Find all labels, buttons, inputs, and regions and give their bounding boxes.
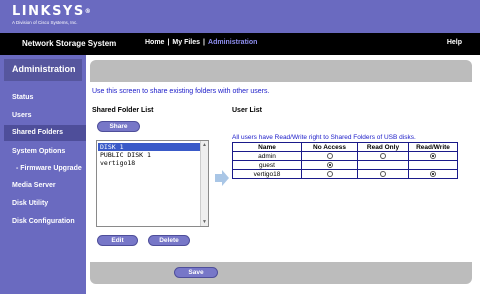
logo-text: LINKSYS <box>12 4 85 19</box>
shared-folder-list-heading: Shared Folder List <box>92 107 154 114</box>
linksys-logo: LINKSYS® A Division of Cisco Systems, In… <box>12 5 91 26</box>
sidebar-item-users[interactable]: Users <box>12 112 31 119</box>
page-description: Use this screen to share existing folder… <box>92 88 270 95</box>
top-navigation: Network Storage System Home | My Files | Adm… <box>0 33 480 55</box>
sidebar-item-shared-folders[interactable]: Shared Folders <box>4 125 86 141</box>
sidebar: Administration Status Users Shared Folde… <box>0 55 86 294</box>
sidebar-title: Administration <box>4 59 82 81</box>
column-header-name: Name <box>232 142 302 152</box>
user-access-table: Name No Access Read Only Read/Write admi… <box>232 142 458 179</box>
table-row: admin <box>232 151 458 161</box>
content-footer-band: Save <box>90 262 472 284</box>
sidebar-item-media-server[interactable]: Media Server <box>12 182 56 189</box>
column-header-read-write: Read/Write <box>408 142 458 152</box>
read-write-radio[interactable] <box>430 152 436 159</box>
listbox-scrollbar[interactable]: ▲ ▼ <box>200 141 208 226</box>
shared-folder-listbox[interactable]: DISK 1 PUBLIC DISK 1 vertigo18 ▲ ▼ <box>96 140 209 227</box>
system-name: Network Storage System <box>22 39 117 48</box>
read-write-radio[interactable] <box>430 170 436 177</box>
nav-link-my-files[interactable]: My Files <box>172 39 200 46</box>
edit-button[interactable]: Edit <box>97 235 138 246</box>
no-access-radio[interactable] <box>326 152 333 159</box>
sidebar-item-firmware-upgrade[interactable]: - Firmware Upgrade <box>16 165 82 172</box>
right-arrow-icon <box>215 170 229 186</box>
logo-tagline: A Division of Cisco Systems, Inc. <box>12 20 78 25</box>
table-row: guest <box>232 160 458 170</box>
nav-separator: | <box>167 39 170 46</box>
help-link[interactable]: Help <box>447 39 462 46</box>
user-name: admin <box>232 151 302 161</box>
header-bar: LINKSYS® A Division of Cisco Systems, In… <box>0 0 480 33</box>
content-header-band <box>90 60 472 82</box>
folder-list-item[interactable]: PUBLIC DISK 1 <box>98 151 200 159</box>
usb-rights-note: All users have Read/Write right to Share… <box>232 134 416 141</box>
folder-list-item[interactable]: vertigo18 <box>98 159 200 167</box>
share-button[interactable]: Share <box>97 121 140 132</box>
scroll-up-icon[interactable]: ▲ <box>202 142 207 148</box>
no-access-radio[interactable] <box>326 170 333 177</box>
user-list-heading: User List <box>232 107 262 114</box>
column-header-no-access: No Access <box>301 142 358 152</box>
nav-link-home[interactable]: Home <box>145 39 164 46</box>
scroll-down-icon[interactable]: ▼ <box>202 219 207 225</box>
nav-links: Home | My Files | Administration <box>145 39 257 46</box>
user-name: vertigo18 <box>232 169 302 179</box>
read-only-radio[interactable] <box>380 170 386 177</box>
sidebar-item-disk-utility[interactable]: Disk Utility <box>12 200 48 207</box>
nav-separator: | <box>203 39 206 46</box>
sidebar-item-system-options[interactable]: System Options <box>12 148 65 155</box>
read-only-radio[interactable] <box>380 152 386 159</box>
column-header-read-only: Read Only <box>357 142 409 152</box>
sidebar-item-disk-configuration[interactable]: Disk Configuration <box>12 218 75 225</box>
nav-link-administration[interactable]: Administration <box>208 39 257 46</box>
folder-list-item[interactable]: DISK 1 <box>98 143 200 151</box>
no-access-radio[interactable] <box>326 161 333 168</box>
sidebar-item-status[interactable]: Status <box>12 94 33 101</box>
save-button[interactable]: Save <box>174 267 218 278</box>
delete-button[interactable]: Delete <box>148 235 190 246</box>
user-name: guest <box>232 160 302 170</box>
logo-registered-mark: ® <box>84 8 91 15</box>
table-row: vertigo18 <box>232 169 458 179</box>
